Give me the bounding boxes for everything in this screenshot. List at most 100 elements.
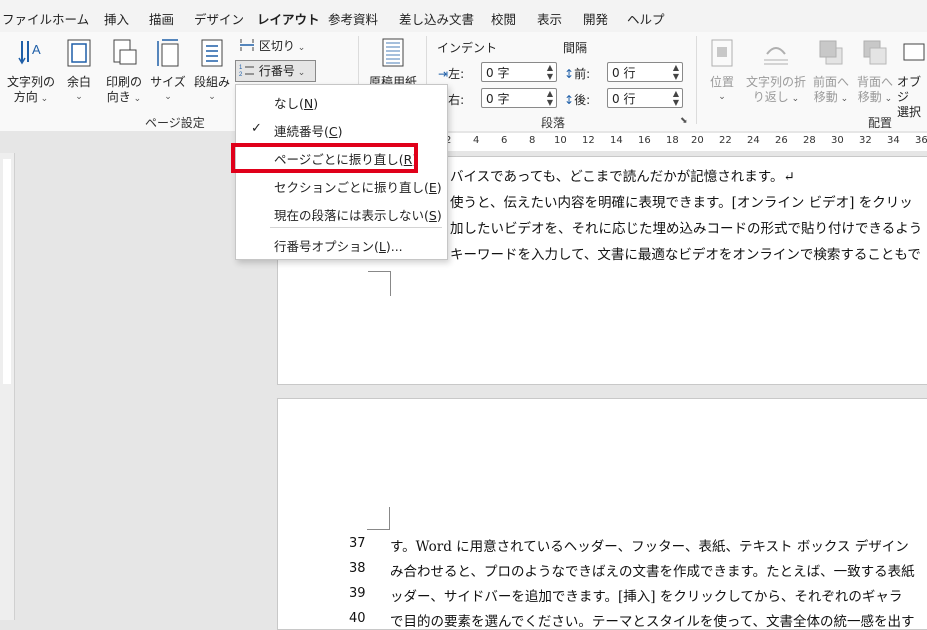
line-number: 37	[349, 536, 366, 551]
bring-forward-label-1: 前面へ	[812, 75, 849, 89]
ribbon-tab-bar: ファイル ホーム 挿入 描画 デザイン レイアウト 参考資料 差し込み文書 校閲…	[0, 0, 927, 34]
orientation-button[interactable]: 印刷の 向き ⌄	[102, 38, 146, 107]
menu-item-none[interactable]: なし(N)	[274, 93, 318, 112]
breaks-button[interactable]: 区切り ⌄	[239, 37, 305, 54]
tab-draw[interactable]: 描画	[149, 9, 174, 28]
indent-left-input[interactable]: 0 字 ▲ ▼	[481, 62, 557, 82]
menu-item-label-end: )...	[385, 239, 403, 254]
menu-item-accesskey: N	[303, 96, 314, 111]
document-text-line: み合わせると、プロのようなできばえの文書を作成できます。たとえば、一致する表紙	[390, 564, 915, 580]
document-page-2[interactable]: 37 す。Word に用意されているヘッダー、フッター、表紙、テキスト ボックス…	[277, 398, 927, 630]
selection-pane-label-1: オブジ	[897, 75, 922, 104]
margins-button[interactable]: 余白 ⌄	[62, 38, 96, 105]
paragraph-group-label: 段落	[541, 116, 566, 130]
tab-home[interactable]: ホーム	[52, 9, 89, 28]
columns-label: 段組み	[193, 75, 230, 89]
ruler-tick-label: 4	[473, 135, 480, 146]
columns-button[interactable]: 段組み ⌄	[192, 38, 232, 105]
wrap-text-button[interactable]: 文字列の折 り返し ⌄	[745, 38, 807, 107]
spin-arrows-icon[interactable]: ▲ ▼	[673, 63, 679, 81]
manuscript-icon	[382, 38, 404, 67]
spin-arrows-icon[interactable]: ▲ ▼	[547, 63, 553, 81]
menu-item-line-numbering-options[interactable]: 行番号オプション(L)...	[274, 236, 403, 255]
indent-right-label: 右:	[448, 93, 465, 107]
spacing-after-label: 後:	[574, 93, 591, 107]
menu-separator	[270, 227, 442, 228]
menu-item-label-end: )	[436, 208, 442, 223]
send-backward-button[interactable]: 背面へ 移動 ⌄	[854, 38, 896, 107]
ruler-tick-label: 34	[887, 135, 900, 146]
ruler-tick-label: 16	[638, 135, 651, 146]
indent-right-input[interactable]: 0 字 ▲ ▼	[481, 88, 557, 108]
indent-label: インデント	[437, 41, 498, 55]
text-direction-icon: A	[18, 41, 41, 65]
tab-developer[interactable]: 開発	[583, 9, 608, 28]
menu-item-accesskey: L	[378, 239, 386, 254]
spin-arrows-icon[interactable]: ▲ ▼	[673, 89, 679, 107]
menu-item-accesskey: S	[428, 208, 437, 223]
ruler-tick-label: 8	[529, 135, 536, 146]
ruler-tick-label: 10	[554, 135, 567, 146]
spacing-before-label: 前:	[574, 67, 591, 81]
selection-pane-icon	[903, 43, 925, 61]
line-number: 40	[349, 611, 366, 626]
orientation-icon	[113, 39, 137, 65]
text-direction-button[interactable]: A 文字列の 方向 ⌄	[4, 38, 58, 107]
bring-forward-button[interactable]: 前面へ 移動 ⌄	[810, 38, 852, 107]
tab-view[interactable]: 表示	[537, 9, 562, 28]
page-setup-group-label: ページ設定	[145, 116, 205, 130]
ruler-tick-label: 12	[582, 135, 595, 146]
ribbon: A 文字列の 方向 ⌄ 余白 ⌄ 印刷の 向き ⌄ サイズ ⌄ 段組み ⌄ 区切…	[0, 32, 927, 132]
spacing-after-input[interactable]: 0 行 ▲ ▼	[607, 88, 683, 108]
spacing-label: 間隔	[563, 41, 588, 55]
ribbon-separator	[696, 36, 697, 124]
margins-label: 余白	[66, 75, 91, 89]
tab-help[interactable]: ヘルプ	[627, 9, 665, 28]
document-text-line: ッダー、サイドバーを追加できます。[挿入] をクリックしてから、それぞれのギャラ	[390, 589, 903, 605]
svg-text:A: A	[32, 42, 41, 57]
menu-item-suppress-current-paragraph[interactable]: 現在の段落には表示しない(S)	[274, 205, 442, 224]
indent-left-value: 0 字	[486, 66, 510, 80]
paragraph-dialog-launcher-icon[interactable]: ⬊	[680, 116, 688, 126]
breaks-label: 区切り	[258, 39, 295, 53]
selection-pane-button[interactable]: オブジ 選択	[897, 38, 927, 120]
vertical-ruler[interactable]	[0, 153, 15, 620]
tab-review[interactable]: 校閲	[491, 9, 516, 28]
line-numbers-button[interactable]: 1 2 行番号 ⌄	[235, 60, 316, 82]
size-icon	[157, 39, 179, 67]
menu-item-label: セクションごとに振り直し(	[274, 180, 429, 195]
line-numbers-icon: 1 2	[239, 65, 254, 78]
menu-item-restart-each-section[interactable]: セクションごとに振り直し(E)	[274, 177, 442, 196]
ruler-tick-label: 18	[666, 135, 679, 146]
bring-forward-icon	[819, 40, 843, 65]
ruler-tick-label: 36	[915, 135, 927, 146]
manuscript-button[interactable]: 原稿用紙	[366, 38, 420, 90]
wrap-text-label-2: り返し	[752, 90, 789, 104]
spin-arrows-icon[interactable]: ▲ ▼	[547, 89, 553, 107]
tab-references[interactable]: 参考資料	[328, 9, 378, 28]
document-text-line: 加したいビデオを、それに応じた埋め込みコードの形式で貼り付けできるよう	[450, 221, 923, 237]
size-button[interactable]: サイズ ⌄	[149, 38, 187, 105]
tab-design[interactable]: デザイン	[194, 9, 244, 28]
ruler-tick-label: 6	[501, 135, 508, 146]
tab-mailings[interactable]: 差し込み文書	[399, 9, 474, 28]
spacing-before-input[interactable]: 0 行 ▲ ▼	[607, 62, 683, 82]
line-number: 39	[349, 586, 366, 601]
spacing-after-value: 0 行	[612, 92, 636, 106]
tab-layout[interactable]: レイアウト	[257, 9, 320, 34]
menu-item-continuous[interactable]: 連続番号(C)	[274, 121, 343, 140]
position-button[interactable]: 位置 ⌄	[703, 38, 741, 105]
arrange-group-label: 配置	[868, 116, 893, 130]
position-label: 位置	[709, 75, 734, 89]
tab-file[interactable]: ファイル	[2, 9, 52, 28]
bring-forward-label-2: 移動	[813, 90, 838, 104]
menu-item-accesskey: E	[428, 180, 437, 195]
spacing-before-label-wrap: ↕前:	[564, 65, 590, 82]
horizontal-ruler[interactable]: 2 4 6 8 10 12 14 16 18 20 22 24 26 28 30…	[0, 131, 927, 153]
text-direction-label-2: 方向	[13, 90, 38, 104]
tab-insert[interactable]: 挿入	[104, 9, 129, 28]
ruler-tick-label: 28	[803, 135, 816, 146]
breaks-icon	[240, 39, 254, 51]
margins-icon	[67, 39, 91, 67]
wrap-text-label-1: 文字列の折	[745, 75, 806, 89]
